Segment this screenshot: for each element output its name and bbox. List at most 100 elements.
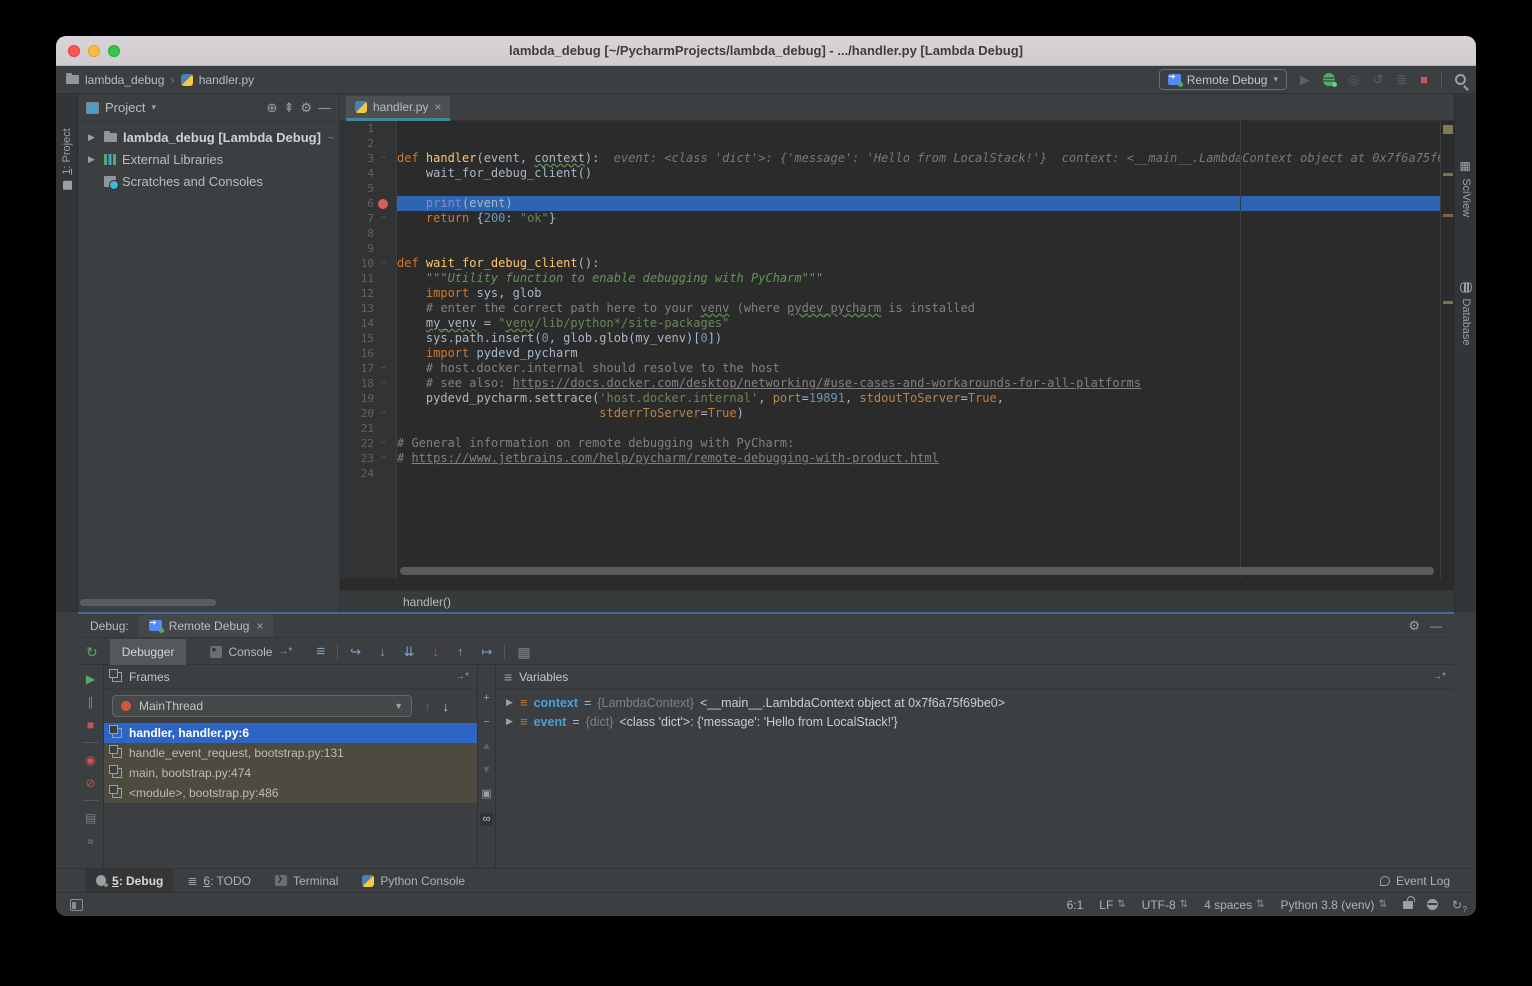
code-line[interactable] — [397, 241, 1440, 256]
sidebar-item-database[interactable]: Database — [1455, 254, 1476, 374]
toolwindow-switcher-icon[interactable] — [70, 899, 83, 911]
gutter-line[interactable]: 1 — [340, 121, 396, 136]
gutter-marker-slot[interactable]: ⌐ — [374, 406, 394, 421]
code-line[interactable]: # see also: https://docs.docker.com/desk… — [397, 376, 1440, 391]
run-to-cursor-icon[interactable]: ↦ — [481, 644, 492, 660]
breakpoint-icon[interactable] — [378, 199, 388, 209]
fold-end-icon[interactable]: ⌐ — [381, 362, 386, 372]
editor-body[interactable]: 123−4567⌐8910−11121314151617⌐18⌐1920⌐212… — [340, 121, 1454, 578]
breadcrumb-project[interactable]: lambda_debug — [85, 73, 164, 87]
duplicate-watch-icon[interactable]: ▣ — [481, 789, 491, 800]
coverage-icon[interactable]: ◎ — [1348, 73, 1359, 86]
gutter-line[interactable]: 2 — [340, 136, 396, 151]
gutter-line[interactable]: 21 — [340, 421, 396, 436]
gear-icon[interactable]: ⚙ — [300, 100, 312, 116]
gutter-marker-slot[interactable] — [374, 241, 394, 256]
code-line[interactable]: sys.path.insert(0, glob.glob(my_venv)[0]… — [397, 331, 1440, 346]
stop-icon[interactable]: ■ — [87, 719, 94, 731]
gutter-marker-slot[interactable] — [374, 196, 394, 211]
code-line[interactable]: # https://www.jetbrains.com/help/pycharm… — [397, 451, 1440, 466]
view-breakpoints-icon[interactable]: ◉ — [85, 754, 95, 766]
more-icon[interactable]: » — [87, 835, 94, 847]
gutter-marker-slot[interactable] — [374, 286, 394, 301]
run-config-selector[interactable]: Remote Debug ▾ — [1159, 69, 1287, 90]
gutter-marker-slot[interactable] — [374, 121, 394, 136]
gutter-marker-slot[interactable]: ⌐ — [374, 211, 394, 226]
hide-panel-icon[interactable]: — — [1430, 619, 1442, 633]
thread-selector[interactable]: MainThread ▼ — [112, 695, 412, 717]
gutter-marker-slot[interactable]: − — [374, 436, 394, 451]
code-line[interactable]: my_venv = "venv/lib/python*/site-package… — [397, 316, 1440, 331]
step-into-icon[interactable]: ↓ — [379, 644, 386, 659]
gutter-line[interactable]: 22− — [340, 436, 396, 451]
gutter-line[interactable]: 24 — [340, 466, 396, 481]
restore-layout-icon[interactable]: ▤ — [85, 812, 96, 824]
code-line[interactable] — [397, 121, 1440, 136]
step-over-icon[interactable]: ↪ — [350, 644, 361, 660]
stack-frame-row[interactable]: <module>, bootstrap.py:486 — [104, 783, 477, 803]
pin-icon[interactable]: →* — [278, 646, 292, 657]
gutter-marker-slot[interactable] — [374, 391, 394, 406]
gutter-marker-slot[interactable] — [374, 226, 394, 241]
code-line[interactable] — [397, 136, 1440, 151]
toolwindow-tab-todo[interactable]: ≣6: TODO — [177, 869, 261, 893]
execution-line[interactable]: print(event) — [397, 196, 1440, 211]
gutter-marker-slot[interactable] — [374, 466, 394, 481]
tab-console[interactable]: Console →* — [198, 639, 304, 665]
reader-mode-icon[interactable] — [1427, 899, 1438, 910]
code-line[interactable]: stderrToServer=True) — [397, 406, 1440, 421]
gutter-line[interactable]: 7⌐ — [340, 211, 396, 226]
run-icon[interactable]: ▶ — [1300, 73, 1310, 86]
pin-icon[interactable]: →* — [1432, 671, 1446, 682]
status-segment[interactable]: 4 spaces⇅ — [1204, 898, 1264, 912]
evaluate-expression-icon[interactable]: ▦ — [517, 645, 530, 659]
toolwindow-tab-python-console[interactable]: Python Console — [352, 869, 475, 893]
stack-frame-row[interactable]: main, bootstrap.py:474 — [104, 763, 477, 783]
expand-arrow-icon[interactable]: ▶ — [88, 132, 98, 143]
gutter-marker-slot[interactable] — [374, 166, 394, 181]
debug-icon[interactable] — [1323, 73, 1335, 86]
error-stripe[interactable] — [1440, 121, 1454, 578]
previous-frame-icon[interactable]: ↑ — [424, 699, 431, 714]
gutter-marker-slot[interactable]: ⌐ — [374, 361, 394, 376]
fold-end-icon[interactable]: ⌐ — [381, 407, 386, 417]
view-options-icon[interactable]: ≡ — [316, 644, 325, 659]
code-line[interactable] — [397, 466, 1440, 481]
sidebar-item-sciview[interactable]: ▦SciView — [1455, 134, 1476, 244]
add-watch-icon[interactable]: + — [483, 693, 489, 704]
gutter-marker-slot[interactable] — [374, 331, 394, 346]
concurrency-icon[interactable]: ≣ — [1396, 73, 1407, 86]
expand-arrow-icon[interactable]: ▶ — [506, 697, 514, 708]
show-return-values-icon[interactable]: ∞ — [480, 813, 494, 826]
variable-row[interactable]: ▶≡event={dict}<class 'dict'>: {'message'… — [496, 712, 1454, 731]
gutter-line[interactable]: 18⌐ — [340, 376, 396, 391]
status-segment[interactable]: UTF-8⇅ — [1142, 898, 1188, 912]
event-log-button[interactable]: Event Log — [1380, 874, 1476, 888]
gutter-marker-slot[interactable] — [374, 316, 394, 331]
code-line[interactable]: """Utility function to enable debugging … — [397, 271, 1440, 286]
code-line[interactable] — [397, 181, 1440, 196]
code-line[interactable]: # General information on remote debuggin… — [397, 436, 1440, 451]
gutter-marker-slot[interactable]: − — [374, 151, 394, 166]
remove-watch-icon[interactable]: − — [483, 717, 489, 728]
code-line[interactable] — [397, 226, 1440, 241]
close-icon[interactable]: × — [256, 619, 263, 633]
step-out-icon[interactable]: ↑ — [457, 644, 464, 659]
gutter-line[interactable]: 9 — [340, 241, 396, 256]
rerun-icon[interactable]: ↻ — [86, 645, 98, 659]
write-lock-icon[interactable] — [1403, 901, 1413, 909]
breadcrumb-context[interactable]: handler() — [403, 595, 451, 609]
toolwindow-tab-terminal[interactable]: Terminal — [265, 869, 348, 893]
fold-start-icon[interactable]: − — [381, 152, 386, 162]
code-line[interactable] — [397, 421, 1440, 436]
gear-icon[interactable]: ⚙ — [1408, 618, 1420, 634]
gutter-marker-slot[interactable]: − — [374, 256, 394, 271]
tab-debugger[interactable]: Debugger — [110, 639, 187, 665]
tab-remote-debug-session[interactable]: Remote Debug × — [139, 615, 274, 637]
move-up-icon[interactable]: ▲ — [481, 741, 492, 752]
status-segment[interactable]: LF⇅ — [1099, 898, 1125, 912]
tree-item-folder[interactable]: ▶lambda_debug [Lambda Debug]~ — [78, 126, 339, 148]
locate-file-icon[interactable]: ⊕ — [267, 100, 278, 116]
code-line[interactable]: def wait_for_debug_client(): — [397, 256, 1440, 271]
gutter-line[interactable]: 19 — [340, 391, 396, 406]
